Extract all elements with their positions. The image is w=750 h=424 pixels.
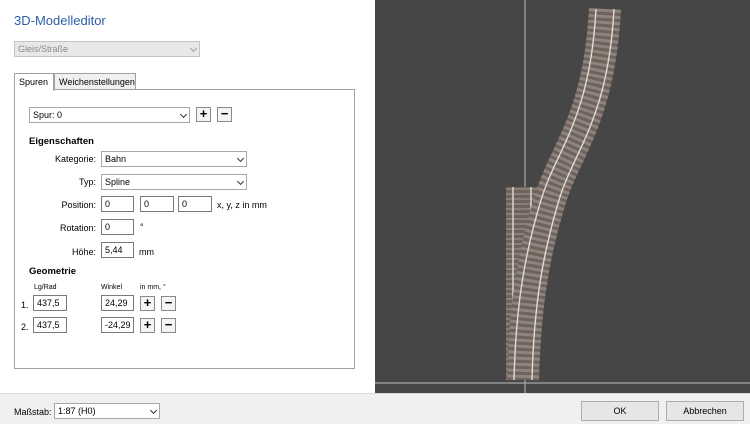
position-x-input[interactable]: 0 <box>101 196 134 212</box>
height-label: Höhe: <box>71 247 96 257</box>
chevron-down-icon <box>236 177 245 186</box>
position-unit: x, y, z in mm <box>217 200 267 210</box>
track-select[interactable]: Spur: 0 <box>29 107 190 123</box>
position-z-input[interactable]: 0 <box>178 196 212 212</box>
chevron-down-icon <box>149 406 158 415</box>
geometry-row1-length-input[interactable]: 437,5 <box>33 295 67 311</box>
chevron-down-icon <box>189 44 198 53</box>
typ-select[interactable]: Spline <box>101 174 247 190</box>
properties-heading: Eigenschaften <box>29 136 94 147</box>
col-length-header: Lg/Rad <box>34 284 57 291</box>
scale-select[interactable]: 1:87 (H0) <box>54 403 160 419</box>
tab-spuren-label: Spuren <box>19 77 49 87</box>
geometry-row1-angle-input[interactable]: 24,29 <box>101 295 134 311</box>
col-units-header: in mm, ° <box>140 284 166 291</box>
chevron-down-icon <box>236 154 245 163</box>
cancel-button[interactable]: Abbrechen <box>666 401 744 421</box>
geometry-row2-angle-input[interactable]: -24,29 <box>101 317 134 333</box>
col-angle-header: Winkel <box>101 284 123 291</box>
ok-button[interactable]: OK <box>581 401 659 421</box>
tab-panel-spuren: Spur: 0 + − Eigenschaften Kategorie: Bah… <box>14 89 355 369</box>
app-title: 3D-Modelleditor <box>14 13 106 28</box>
chevron-down-icon <box>179 110 188 119</box>
rotation-input[interactable]: 0 <box>101 219 134 235</box>
3d-viewport[interactable] <box>375 0 750 393</box>
position-label: Position: <box>61 200 96 210</box>
tab-weichenstellungen-label: Weichenstellungen <box>59 77 135 87</box>
tab-spuren[interactable]: Spuren <box>14 73 54 91</box>
tab-weichenstellungen[interactable]: Weichenstellungen <box>54 73 136 90</box>
typ-value: Spline <box>105 177 131 187</box>
kategorie-label: Kategorie: <box>54 154 96 164</box>
position-y-input[interactable]: 0 <box>140 196 174 212</box>
track-preview <box>375 0 750 393</box>
footer-bar: Maßstab: 1:87 (H0) OK Abbrechen <box>0 393 750 424</box>
rotation-label: Rotation: <box>59 223 96 233</box>
scale-label: Maßstab: <box>14 407 52 417</box>
remove-segment-button[interactable]: − <box>161 296 176 311</box>
geometry-row-index: 2. <box>21 322 29 332</box>
scale-value: 1:87 (H0) <box>58 406 96 416</box>
geometry-row-index: 1. <box>21 300 29 310</box>
type-select[interactable]: Gleis/Straße <box>14 41 200 57</box>
typ-label: Typ: <box>78 177 96 187</box>
geometry-heading: Geometrie <box>29 266 76 277</box>
add-track-button[interactable]: + <box>196 107 211 122</box>
kategorie-select[interactable]: Bahn <box>101 151 247 167</box>
remove-track-button[interactable]: − <box>217 107 232 122</box>
type-select-value: Gleis/Straße <box>18 44 69 54</box>
height-input[interactable]: 5,44 <box>101 242 134 258</box>
geometry-row2-length-input[interactable]: 437,5 <box>33 317 67 333</box>
editor-panel: 3D-Modelleditor Gleis/Straße Spuren Weic… <box>0 0 375 393</box>
add-segment-button[interactable]: + <box>140 318 155 333</box>
kategorie-value: Bahn <box>105 154 127 164</box>
remove-segment-button[interactable]: − <box>161 318 176 333</box>
track-select-value: Spur: 0 <box>33 110 63 120</box>
height-unit: mm <box>139 247 154 257</box>
rotation-unit: ° <box>140 222 144 232</box>
add-segment-button[interactable]: + <box>140 296 155 311</box>
